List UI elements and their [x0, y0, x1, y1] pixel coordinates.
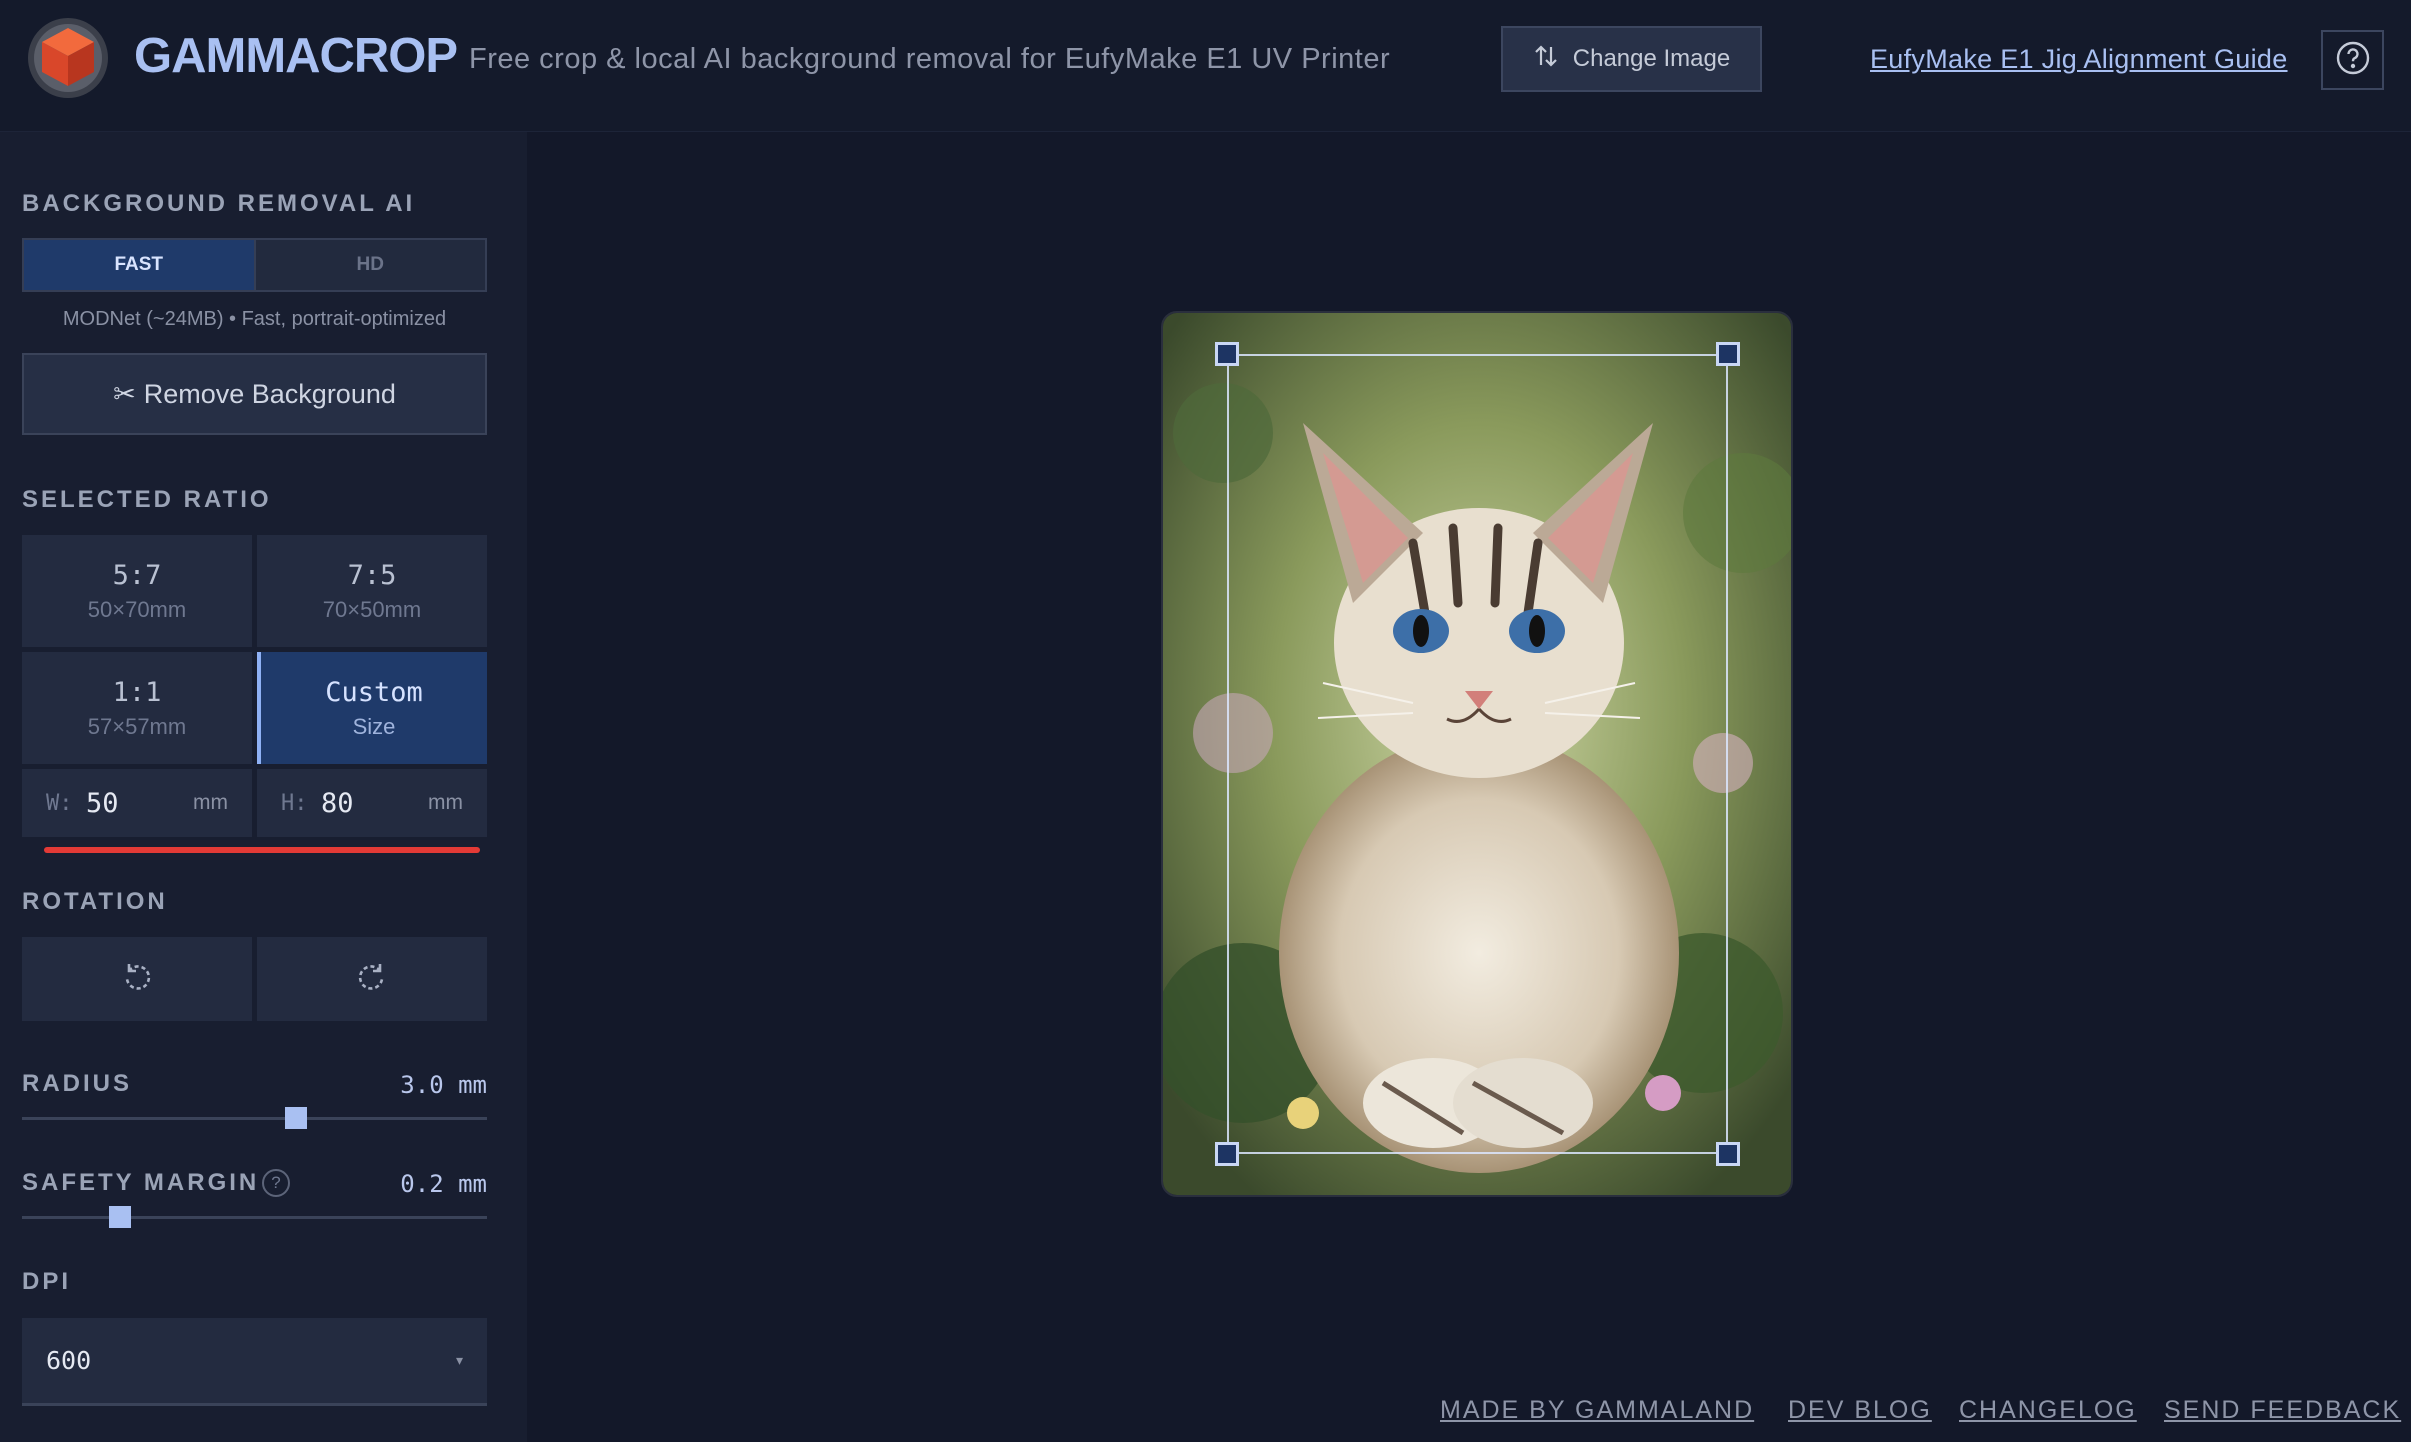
- footer-link-changelog[interactable]: CHANGELOG: [1959, 1396, 2137, 1425]
- change-image-button[interactable]: Change Image: [1501, 26, 1762, 92]
- rotate-right-button[interactable]: [257, 937, 487, 1021]
- ratio-size: 50×70mm: [87, 596, 187, 622]
- rotation-label: ROTATION: [22, 888, 168, 915]
- settings-sidebar: BACKGROUND REMOVAL AI FAST HD MODNet (~2…: [0, 132, 527, 1442]
- ratio-value: 7:5: [347, 559, 397, 591]
- remove-background-label: Remove Background: [143, 378, 396, 409]
- radius-slider-thumb[interactable]: [285, 1107, 307, 1129]
- model-description: MODNet (~24MB) • Fast, portrait-optimize…: [62, 308, 447, 330]
- width-unit: mm: [193, 791, 228, 814]
- rotate-left-button[interactable]: [22, 937, 252, 1021]
- brand-name: GAMMACROP: [134, 29, 458, 83]
- app-header: GAMMACROP Free crop & local AI backgroun…: [0, 0, 2411, 132]
- safety-margin-value: 0.2 mm: [400, 1170, 487, 1198]
- crop-handle-top-right[interactable]: [1716, 342, 1740, 366]
- safety-margin-slider-thumb[interactable]: [109, 1206, 131, 1228]
- height-label: H:: [281, 790, 308, 816]
- chevron-down-icon: ▾: [455, 1352, 463, 1368]
- ratio-option-5-7[interactable]: 5:7 50×70mm: [22, 535, 252, 647]
- radius-slider[interactable]: [22, 1107, 487, 1129]
- info-icon[interactable]: ?: [262, 1169, 290, 1197]
- ratio-option-custom[interactable]: Custom Size: [257, 652, 487, 764]
- fast-mode-button[interactable]: FAST: [24, 240, 256, 290]
- selected-ratio-label: SELECTED RATIO: [22, 486, 272, 513]
- ratio-option-7-5[interactable]: 7:5 70×50mm: [257, 535, 487, 647]
- safety-margin-slider[interactable]: [22, 1206, 487, 1228]
- width-input[interactable]: 50: [86, 788, 193, 819]
- crop-handle-bottom-right[interactable]: [1716, 1142, 1740, 1166]
- radius-value: 3.0 mm: [400, 1071, 487, 1099]
- crop-frame[interactable]: [1227, 354, 1728, 1154]
- footer-link-send-feedback[interactable]: SEND FEEDBACK: [2164, 1396, 2401, 1425]
- height-input[interactable]: 80: [321, 788, 428, 819]
- ratio-size: Size: [352, 713, 396, 739]
- help-button[interactable]: [2321, 30, 2384, 90]
- rotate-left-icon: [120, 960, 154, 999]
- remove-background-button[interactable]: ✂ Remove Background: [22, 353, 487, 435]
- ratio-size: 70×50mm: [322, 596, 422, 622]
- scissors-icon: ✂: [113, 378, 136, 409]
- model-toggle: FAST HD: [22, 238, 487, 292]
- safety-margin-label: SAFETY MARGIN: [22, 1169, 260, 1196]
- footer-link-dev-blog[interactable]: DEV BLOG: [1788, 1396, 1932, 1425]
- ratio-option-1-1[interactable]: 1:1 57×57mm: [22, 652, 252, 764]
- rotate-right-icon: [355, 960, 389, 999]
- width-label: W:: [46, 790, 73, 816]
- dpi-select[interactable]: 600 ▾: [22, 1318, 487, 1406]
- ratio-value: Custom: [325, 676, 423, 708]
- crop-handle-top-left[interactable]: [1215, 342, 1239, 366]
- dpi-label: DPI: [22, 1268, 72, 1295]
- bg-removal-label: BACKGROUND REMOVAL AI: [22, 190, 416, 217]
- jig-guide-link[interactable]: EufyMake E1 Jig Alignment Guide: [1870, 44, 2288, 75]
- dpi-value: 600: [46, 1346, 92, 1375]
- height-field[interactable]: H: 80 mm: [257, 769, 487, 837]
- app-logo: [26, 14, 110, 104]
- question-circle-icon: [2335, 40, 2371, 81]
- dimension-warning-line: [44, 847, 480, 853]
- ratio-size: 57×57mm: [87, 713, 187, 739]
- ratio-value: 1:1: [112, 676, 162, 708]
- tagline: Free crop & local AI background removal …: [469, 43, 1391, 75]
- change-image-label: Change Image: [1572, 45, 1731, 72]
- swap-icon: [1533, 43, 1559, 76]
- height-unit: mm: [428, 791, 463, 814]
- crop-handle-bottom-left[interactable]: [1215, 1142, 1239, 1166]
- hd-mode-button[interactable]: HD: [255, 240, 485, 290]
- width-field[interactable]: W: 50 mm: [22, 769, 252, 837]
- ratio-value: 5:7: [112, 559, 162, 591]
- footer-link-made-by[interactable]: MADE BY GAMMALAND: [1440, 1396, 1754, 1425]
- radius-label: RADIUS: [22, 1070, 133, 1097]
